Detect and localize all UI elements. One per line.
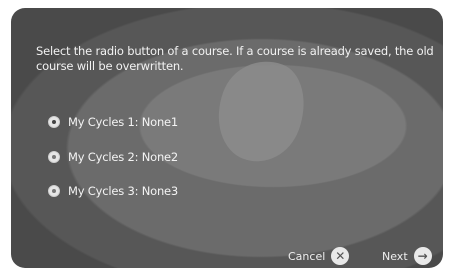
- cancel-button[interactable]: Cancel ✕: [288, 247, 350, 265]
- arrow-right-icon[interactable]: →: [413, 247, 432, 265]
- radio-button-icon[interactable]: [48, 116, 60, 128]
- close-icon[interactable]: ✕: [331, 247, 350, 265]
- option-label: My Cycles 3: None3: [68, 184, 179, 198]
- radio-option-my-cycles-2[interactable]: My Cycles 2: None2: [48, 148, 178, 166]
- option-label: My Cycles 1: None1: [68, 115, 179, 129]
- dialog-message: Select the radio button of a course. If …: [36, 44, 434, 73]
- save-course-dialog: Select the radio button of a course. If …: [11, 8, 443, 268]
- radio-option-my-cycles-3[interactable]: My Cycles 3: None3: [48, 182, 178, 200]
- cancel-label: Cancel: [288, 249, 326, 263]
- radio-option-my-cycles-1[interactable]: My Cycles 1: None1: [48, 113, 178, 131]
- next-button[interactable]: Next →: [382, 247, 432, 265]
- radio-button-icon[interactable]: [48, 185, 60, 197]
- radio-button-icon[interactable]: [48, 151, 60, 163]
- option-label: My Cycles 2: None2: [68, 150, 179, 164]
- next-label: Next: [382, 249, 408, 263]
